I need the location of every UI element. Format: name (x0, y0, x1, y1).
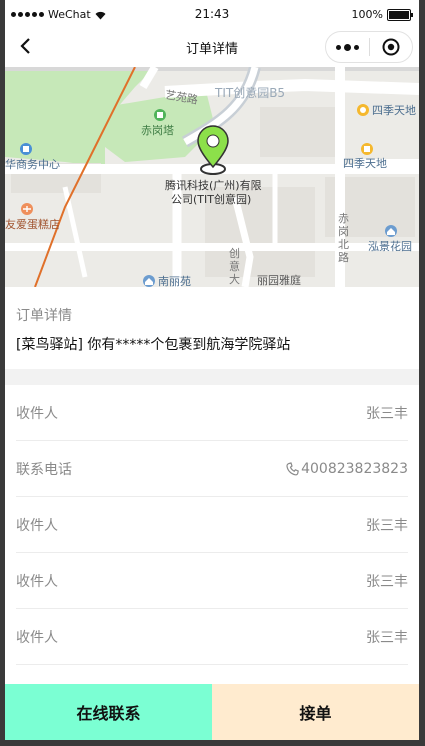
map-label-tencent: 腾讯科技(广州)有限 (165, 179, 262, 192)
order-details-label: 订单详情 (16, 308, 72, 324)
row-value: 张三丰 (366, 405, 408, 422)
map-label-poi: 南丽苑 (158, 275, 191, 287)
map-label-poi: 华商务中心 (5, 158, 60, 171)
row-key: 联系电话 (16, 461, 72, 478)
map-label-poi: 赤岗塔 (141, 124, 174, 137)
phone-icon (286, 461, 299, 475)
row-value: 张三丰 (366, 573, 408, 590)
location-map[interactable]: 艺苑路 TIT创意园B5 四季天地 四季天地 赤岗塔 华商务中心 腾讯科技(广州… (5, 67, 419, 287)
map-label-park: TIT创意园B5 (215, 86, 286, 100)
battery-level (389, 10, 409, 19)
chevron-left-icon (20, 38, 30, 54)
info-list: 收件人 张三丰 联系电话 400823823823 收件人 张三丰 收件人 张三… (16, 385, 408, 665)
map-label-tencent: 公司(TIT创意园) (171, 193, 252, 206)
row-key: 收件人 (16, 629, 58, 646)
map-label-poi: 四季天地 (372, 104, 416, 117)
phone-link[interactable]: 400823823823 (286, 461, 408, 477)
info-row-phone: 联系电话 400823823823 (16, 441, 408, 497)
row-key: 收件人 (16, 573, 58, 590)
info-row: 收件人 张三丰 (16, 497, 408, 553)
battery-percent: 100% (351, 8, 383, 21)
map-label-poi: 丽园雅庭 (257, 274, 301, 287)
row-value: 张三丰 (366, 629, 408, 646)
map-label-poi: 友爱蛋糕店 (5, 218, 60, 231)
contact-online-button[interactable]: 在线联系 (5, 684, 212, 740)
order-details: 订单详情 [菜鸟驿站] 你有*****个包裹到航海学院驿站 (5, 287, 419, 369)
map-label-road: 赤岗北路 (338, 212, 349, 264)
battery-icon (387, 8, 413, 21)
accept-order-button[interactable]: 接单 (212, 684, 419, 740)
back-button[interactable] (13, 34, 37, 58)
status-bar: WeChat 21:43 100% (5, 0, 419, 28)
section-divider (5, 369, 419, 385)
row-key: 收件人 (16, 405, 58, 422)
page-title: 订单详情 (185, 42, 238, 57)
target-icon (382, 38, 400, 56)
info-row: 收件人 张三丰 (16, 609, 408, 665)
info-row: 收件人 张三丰 (16, 385, 408, 441)
navigation-bar: 订单详情 (5, 28, 419, 67)
more-button[interactable] (326, 43, 369, 51)
info-row: 收件人 张三丰 (16, 553, 408, 609)
order-details-content: [菜鸟驿站] 你有*****个包裹到航海学院驿站 (16, 337, 291, 353)
phone-screen: WeChat 21:43 100% 订单详情 艺苑路 TIT创意园B5 四季天地… (5, 0, 419, 740)
action-bar: 在线联系 接单 (5, 684, 419, 740)
phone-number: 400823823823 (301, 460, 408, 477)
location-pin-icon (197, 125, 229, 175)
battery-status: 100% (351, 8, 413, 21)
map-label-road: 创意大 (229, 247, 240, 286)
map-label-poi: 泓景花园 (368, 240, 412, 253)
mini-program-capsule (325, 31, 413, 63)
map-label-poi: 四季天地 (343, 157, 387, 170)
close-mini-program-button[interactable] (370, 38, 412, 56)
row-key: 收件人 (16, 517, 58, 534)
row-value: 张三丰 (366, 517, 408, 534)
